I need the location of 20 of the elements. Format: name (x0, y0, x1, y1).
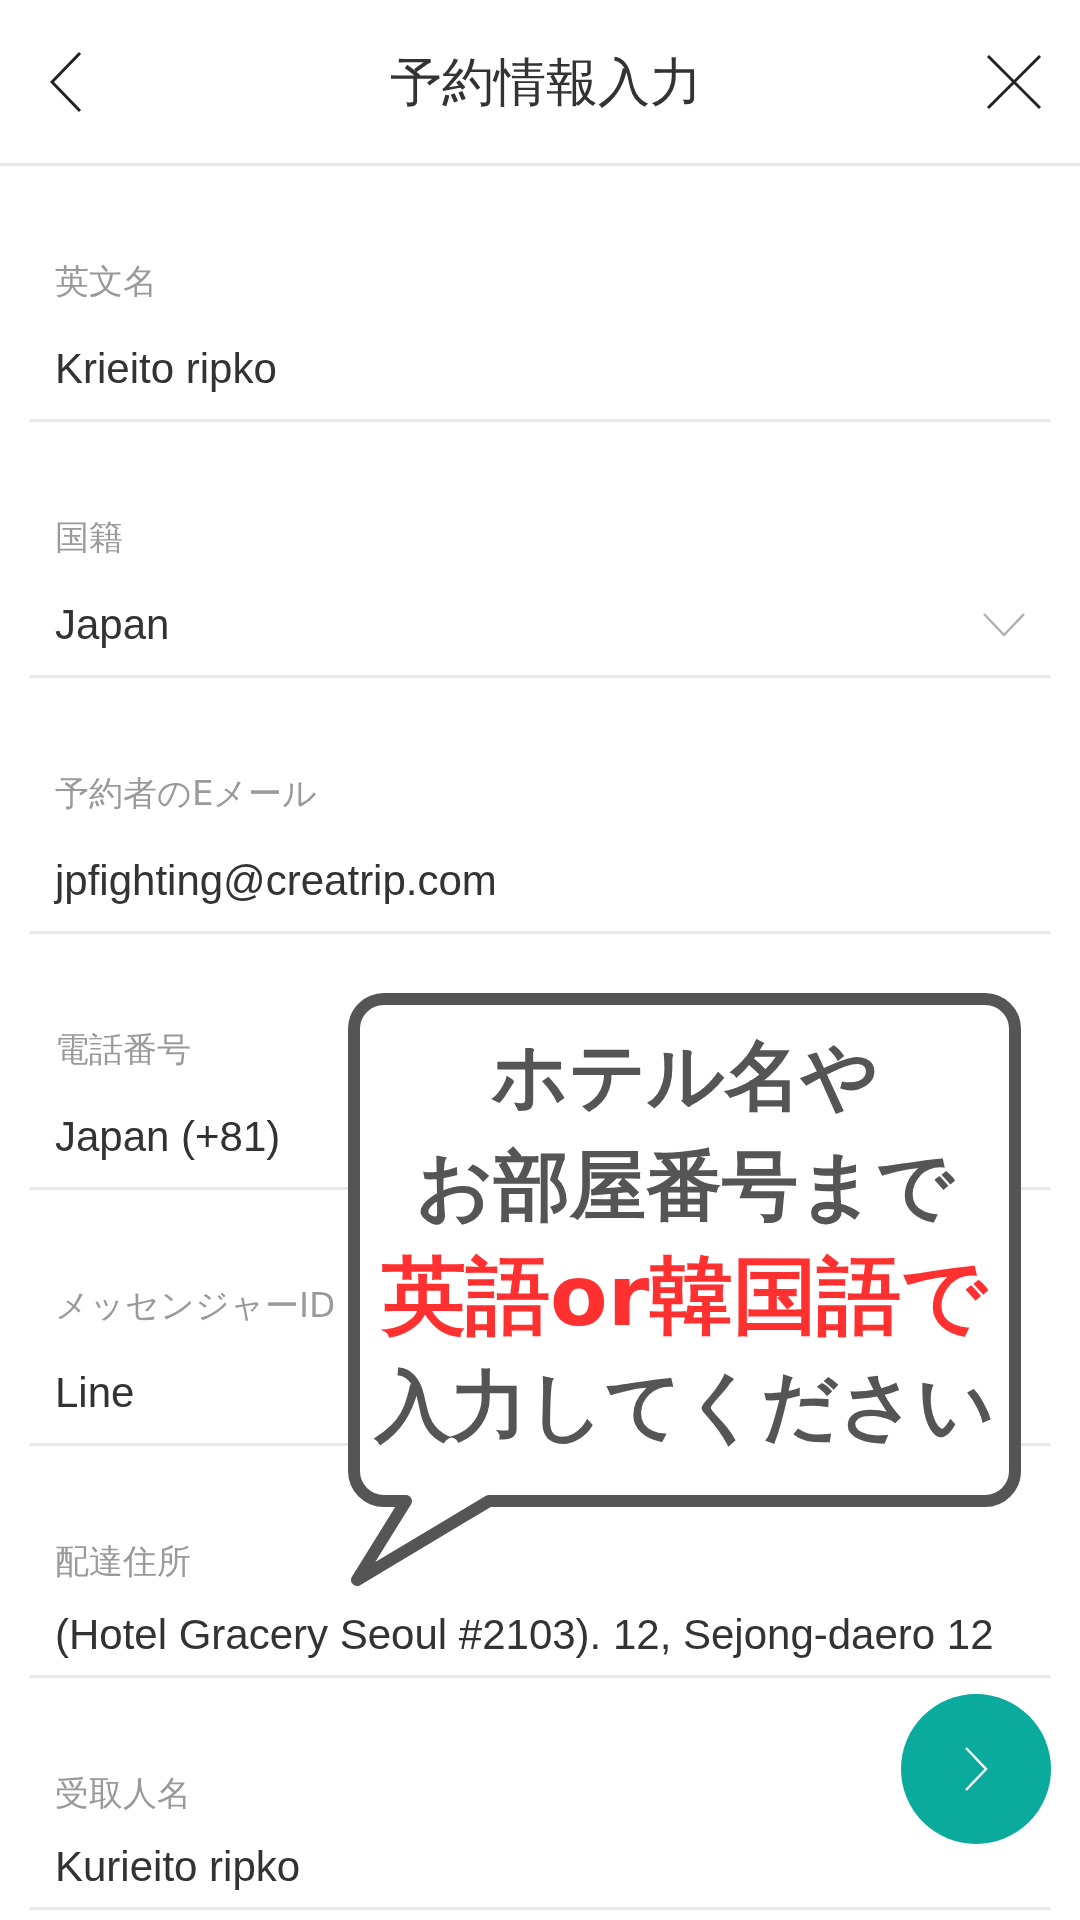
chevron-down-icon (982, 612, 1026, 638)
back-button[interactable] (50, 50, 82, 113)
field-label: メッセンジャーID (54, 1285, 336, 1325)
close-button[interactable] (986, 53, 1042, 110)
text-field[interactable]: (Hotel Gracery Seoul #2103). 12, Sejong-daero 12 (30, 1609, 1050, 1678)
text-field[interactable]: Krieito ripko (30, 343, 1050, 422)
close-icon (986, 53, 1042, 110)
page-title: 予約情報入力 (390, 50, 702, 113)
field-label: 国籍 (54, 517, 123, 557)
back-icon (50, 50, 82, 113)
field-label: 英文名 (54, 261, 157, 301)
text-field[interactable]: Kurieito ripko (30, 1841, 1050, 1910)
select-field[interactable]: Japan (30, 599, 1050, 678)
field-label: 電話番号 (54, 1029, 191, 1069)
callout-text: ホテル名や お部屋番号まで 英語or韓国語で 入力してください (374, 1030, 995, 1452)
field-label: 予約者のEメール (54, 773, 318, 813)
field-label: 配達住所 (54, 1541, 191, 1581)
text-field[interactable]: jpfighting@creatrip.com (30, 855, 1050, 934)
field-label: 受取人名 (54, 1773, 191, 1813)
chevron-right-icon (964, 1746, 988, 1792)
